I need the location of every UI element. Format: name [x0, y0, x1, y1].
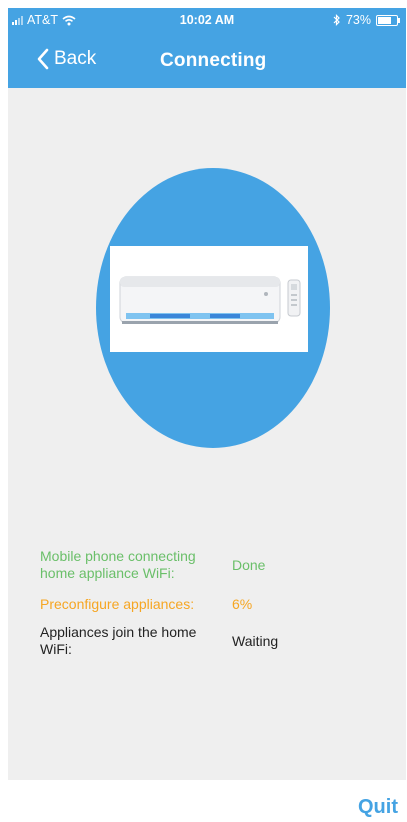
- battery-fill: [378, 16, 391, 24]
- chevron-left-icon: [37, 48, 49, 70]
- step-label: Preconfigure appliances:: [40, 596, 195, 612]
- page-title: Connecting: [160, 50, 267, 71]
- back-button[interactable]: Back: [36, 48, 96, 70]
- air-conditioner-image: [110, 246, 308, 352]
- bluetooth-icon: [333, 14, 340, 26]
- status-bar: AT&T 10:02 AM 73%: [8, 8, 406, 32]
- connection-panel: Mobile phone connecting home appliance W…: [8, 88, 406, 780]
- battery-percent: 73%: [345, 13, 371, 27]
- nav-bar: Back Connecting: [8, 44, 406, 80]
- step-status: 6%: [232, 596, 253, 612]
- step-label: Mobile phone connecting home appliance W…: [40, 548, 196, 581]
- back-label: Back: [54, 48, 97, 69]
- battery-icon: [376, 14, 400, 26]
- step-label: Appliances join the home WiFi:: [40, 624, 197, 657]
- quit-button[interactable]: Quit: [358, 796, 398, 819]
- step-status: Done: [232, 557, 266, 573]
- footer: Quit: [8, 780, 406, 822]
- app-screen: AT&T 10:02 AM 73% Back Connecting Mobile…: [8, 8, 406, 822]
- status-right: 73%: [333, 13, 400, 27]
- step-status: Waiting: [232, 633, 279, 649]
- header: AT&T 10:02 AM 73% Back Connecting: [8, 8, 406, 88]
